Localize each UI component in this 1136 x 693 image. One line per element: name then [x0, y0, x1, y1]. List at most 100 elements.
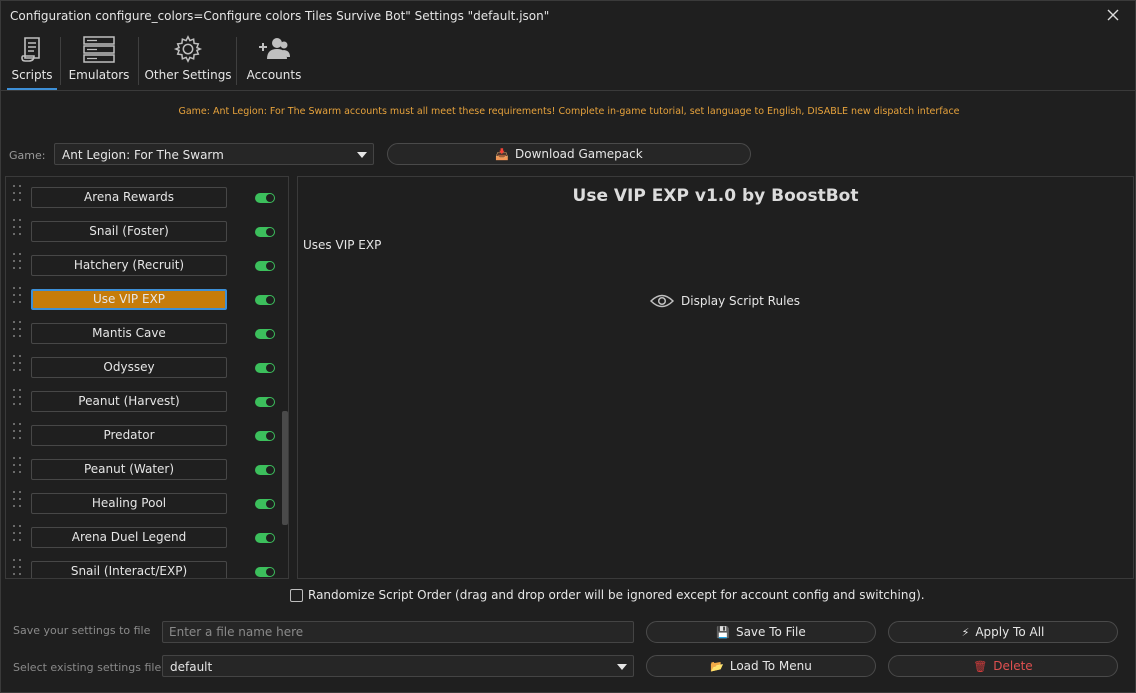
settings-file-select-value: default: [170, 660, 213, 674]
script-enabled-toggle[interactable]: [255, 261, 275, 271]
game-select[interactable]: Ant Legion: For The Swarm: [54, 143, 374, 165]
script-enabled-toggle[interactable]: [255, 295, 275, 305]
script-row[interactable]: Snail (Foster): [6, 211, 276, 245]
script-list[interactable]: Arena Rewards Snail (Foster) Hatchery (Rec…: [5, 176, 289, 579]
gamepack-icon: 📥: [495, 147, 509, 161]
script-row[interactable]: Mantis Cave: [6, 313, 276, 347]
toolbar-divider: [60, 37, 61, 85]
script-row[interactable]: Snail (Interact/EXP): [6, 551, 276, 578]
script-button[interactable]: Hatchery (Recruit): [31, 255, 227, 276]
drag-handle-icon[interactable]: [13, 319, 21, 339]
folder-open-icon: 📂: [710, 659, 724, 673]
gear-icon: [173, 35, 203, 63]
drag-handle-icon[interactable]: [13, 557, 21, 577]
server-icon: [83, 36, 115, 63]
title-bar: Configuration configure_colors=Configure…: [1, 1, 1135, 31]
script-title: Use VIP EXP v1.0 by BoostBot: [572, 186, 859, 206]
apply-to-all-button[interactable]: ⚡ Apply To All: [888, 621, 1118, 643]
drag-handle-icon[interactable]: [13, 183, 21, 203]
script-button[interactable]: Use VIP EXP: [31, 289, 227, 310]
script-enabled-toggle[interactable]: [255, 533, 275, 543]
tab-emulators-label: Emulators: [68, 68, 130, 82]
script-button[interactable]: Arena Duel Legend: [31, 527, 227, 548]
toolbar-divider: [138, 37, 139, 85]
tab-other-settings-label: Other Settings: [144, 68, 232, 82]
randomize-order-option: Randomize Script Order (drag and drop or…: [290, 588, 925, 602]
toolbar-divider: [236, 37, 237, 85]
script-enabled-toggle[interactable]: [255, 431, 275, 441]
script-row[interactable]: Predator: [6, 415, 276, 449]
drag-handle-icon[interactable]: [13, 455, 21, 475]
load-to-menu-button[interactable]: 📂 Load To Menu: [646, 655, 876, 677]
script-button[interactable]: Peanut (Water): [31, 459, 227, 480]
trash-icon: 🗑: [973, 659, 988, 673]
select-settings-label: Select existing settings file: [13, 661, 162, 674]
script-enabled-toggle[interactable]: [255, 499, 275, 509]
drag-handle-icon[interactable]: [13, 217, 21, 237]
script-row[interactable]: Hatchery (Recruit): [6, 245, 276, 279]
script-button[interactable]: Arena Rewards: [31, 187, 227, 208]
script-list-scrollbar[interactable]: [282, 411, 288, 525]
close-icon[interactable]: [1105, 7, 1121, 23]
randomize-order-label: Randomize Script Order (drag and drop or…: [308, 588, 925, 602]
script-detail-panel: Use VIP EXP v1.0 by BoostBot Uses VIP EX…: [297, 176, 1134, 579]
script-button[interactable]: Snail (Foster): [31, 221, 227, 242]
script-button[interactable]: Snail (Interact/EXP): [31, 561, 227, 578]
script-row[interactable]: Use VIP EXP: [6, 279, 276, 313]
script-row[interactable]: Peanut (Water): [6, 449, 276, 483]
delete-settings-button[interactable]: 🗑 Delete: [888, 655, 1118, 677]
script-button[interactable]: Predator: [31, 425, 227, 446]
script-enabled-toggle[interactable]: [255, 193, 275, 203]
script-button[interactable]: Odyssey: [31, 357, 227, 378]
script-row[interactable]: Arena Rewards: [6, 177, 276, 211]
save-icon: 💾: [716, 625, 730, 639]
download-gamepack-button[interactable]: 📥 Download Gamepack: [387, 143, 751, 165]
chevron-down-icon: [617, 664, 627, 670]
window-title: Configuration configure_colors=Configure…: [10, 9, 550, 23]
game-requirements-notice: Game: Ant Legion: For The Swarm accounts…: [178, 106, 960, 117]
script-button[interactable]: Peanut (Harvest): [31, 391, 227, 412]
game-select-value: Ant Legion: For The Swarm: [62, 148, 224, 162]
script-row[interactable]: Arena Duel Legend: [6, 517, 276, 551]
drag-handle-icon[interactable]: [13, 353, 21, 373]
script-enabled-toggle[interactable]: [255, 329, 275, 339]
tab-emulators[interactable]: Emulators: [67, 31, 131, 90]
script-row[interactable]: Peanut (Harvest): [6, 381, 276, 415]
script-enabled-toggle[interactable]: [255, 227, 275, 237]
settings-filename-input[interactable]: [162, 621, 634, 643]
display-script-rules-button[interactable]: Display Script Rules: [650, 293, 800, 309]
load-to-menu-label: Load To Menu: [729, 659, 812, 673]
display-script-rules-label: Display Script Rules: [681, 294, 801, 308]
drag-handle-icon[interactable]: [13, 489, 21, 509]
main-toolbar: Scripts Emulators Other Settings Account…: [1, 31, 1135, 91]
lightning-icon: ⚡: [961, 625, 970, 639]
save-to-file-button[interactable]: 💾 Save To File: [646, 621, 876, 643]
drag-handle-icon[interactable]: [13, 421, 21, 441]
scroll-icon: [21, 37, 40, 62]
apply-to-all-label: Apply To All: [975, 625, 1045, 639]
drag-handle-icon[interactable]: [13, 523, 21, 543]
chevron-down-icon: [357, 152, 367, 158]
download-gamepack-label: Download Gamepack: [514, 147, 643, 161]
script-enabled-toggle[interactable]: [255, 397, 275, 407]
tab-other-settings[interactable]: Other Settings: [144, 31, 232, 90]
script-button[interactable]: Healing Pool: [31, 493, 227, 514]
script-enabled-toggle[interactable]: [255, 465, 275, 475]
drag-handle-icon[interactable]: [13, 251, 21, 271]
script-description: Uses VIP EXP: [303, 238, 382, 252]
settings-file-select[interactable]: default: [162, 655, 634, 677]
add-users-icon: [259, 38, 290, 59]
tab-scripts[interactable]: Scripts: [7, 31, 57, 90]
delete-settings-label: Delete: [993, 659, 1033, 673]
drag-handle-icon[interactable]: [13, 387, 21, 407]
script-row[interactable]: Odyssey: [6, 347, 276, 381]
randomize-order-checkbox[interactable]: [290, 588, 303, 602]
tab-accounts[interactable]: Accounts: [244, 31, 304, 90]
script-enabled-toggle[interactable]: [255, 567, 275, 577]
drag-handle-icon[interactable]: [13, 285, 21, 305]
script-button[interactable]: Mantis Cave: [31, 323, 227, 344]
save-to-file-label: Save To File: [735, 625, 806, 639]
script-row[interactable]: Healing Pool: [6, 483, 276, 517]
settings-window: Configuration configure_colors=Configure…: [0, 0, 1136, 693]
script-enabled-toggle[interactable]: [255, 363, 275, 373]
